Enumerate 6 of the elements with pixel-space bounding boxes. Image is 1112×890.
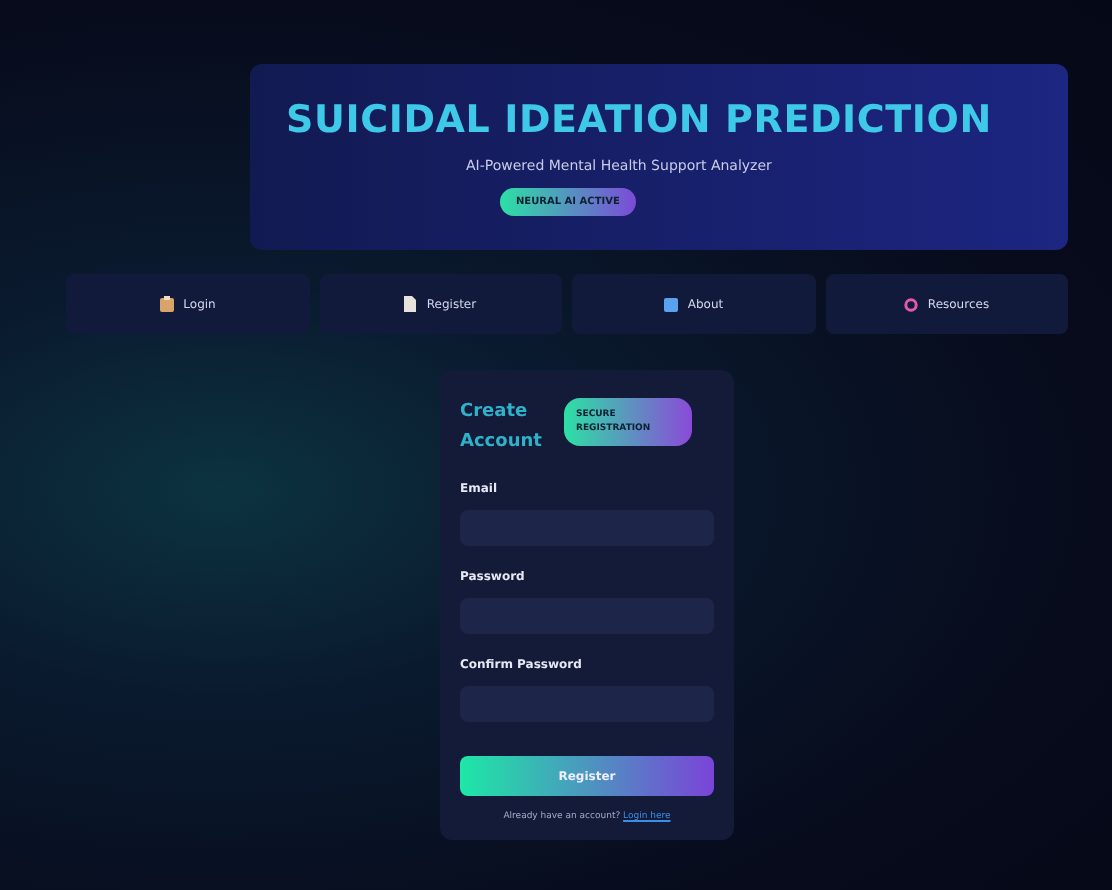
form-title: Create Account — [460, 400, 544, 456]
page-title: SUICIDAL IDEATION PREDICTION — [286, 98, 992, 142]
ring-icon — [903, 297, 918, 311]
document-icon — [404, 296, 417, 312]
square-icon — [663, 297, 678, 311]
clipboard-icon — [159, 296, 174, 312]
